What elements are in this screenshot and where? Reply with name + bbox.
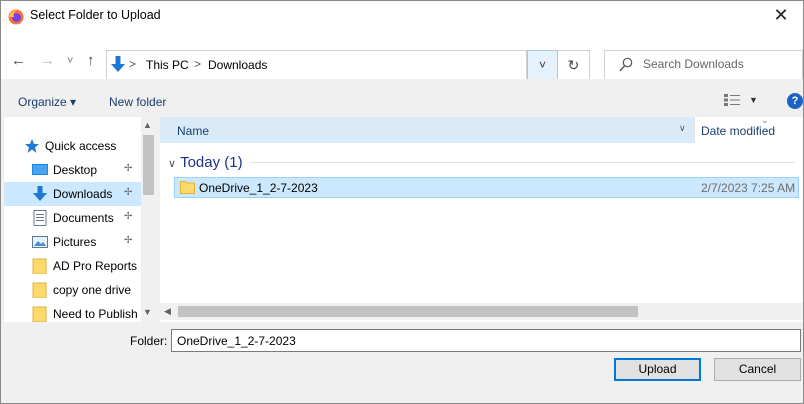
sidebar-scrollbar[interactable]: ▲ ▼ <box>141 117 156 322</box>
sidebar-item-downloads[interactable]: Downloads ✢ <box>4 182 141 206</box>
horizontal-scrollbar[interactable]: ◀ <box>160 303 803 320</box>
recent-locations-button[interactable]: ˅ <box>67 56 73 67</box>
star-icon <box>25 139 39 153</box>
breadcrumb-separator[interactable]: > <box>129 57 136 71</box>
address-bar[interactable]: > This PC > Downloads <box>106 50 527 80</box>
back-button[interactable]: ← <box>11 53 26 68</box>
sidebar-item-copy-one-drive[interactable]: copy one drive <box>4 278 141 302</box>
column-divider[interactable] <box>694 117 695 143</box>
sidebar-item-desktop[interactable]: Desktop ✢ <box>4 158 141 182</box>
refresh-icon: ↻ <box>567 57 580 73</box>
pin-icon[interactable]: ✢ <box>124 187 132 198</box>
sidebar-item-label: Documents <box>53 211 114 225</box>
forward-arrow-icon: → <box>40 52 55 69</box>
sidebar-item-label: Quick access <box>45 139 117 153</box>
view-options-icon[interactable] <box>724 94 742 106</box>
scroll-down-icon[interactable]: ▼ <box>143 307 152 317</box>
navigation-bar: ← → ˅ ↑ > This PC > Downloads ˅ ↻ <box>1 31 803 80</box>
firefox-icon <box>8 9 24 25</box>
pin-icon[interactable]: ✢ <box>124 163 132 174</box>
column-header-row: Name ∨ ⌄ Date modified <box>160 117 803 143</box>
sidebar-item-documents[interactable]: Documents ✢ <box>4 206 141 230</box>
close-button[interactable]: ✕ <box>759 1 803 31</box>
search-input[interactable] <box>643 57 798 71</box>
folder-input[interactable] <box>177 334 787 348</box>
organize-button[interactable]: Organize ▾ <box>18 95 76 109</box>
navigation-pane: Quick access Desktop ✢ Downloads ✢ Docum… <box>4 117 156 322</box>
file-date-modified: 2/7/2023 7:25 AM <box>701 181 796 195</box>
close-icon: ✕ <box>773 5 789 25</box>
triangle-down-icon: ▼ <box>749 95 758 105</box>
folder-field[interactable] <box>171 329 801 352</box>
sidebar-item-quick-access[interactable]: Quick access <box>4 134 141 158</box>
upload-button[interactable]: Upload <box>614 358 701 381</box>
scrollbar-thumb[interactable] <box>178 306 638 317</box>
search-box[interactable] <box>604 50 803 80</box>
pin-icon[interactable]: ✢ <box>124 235 132 246</box>
up-button[interactable]: ↑ <box>87 53 95 68</box>
file-row[interactable]: OneDrive_1_2-7-2023 2/7/2023 7:25 AM <box>174 177 799 198</box>
breadcrumb-downloads[interactable]: Downloads <box>208 58 267 72</box>
folder-icon <box>32 306 47 322</box>
file-name: OneDrive_1_2-7-2023 <box>199 181 318 195</box>
sidebar-item-label: Downloads <box>53 187 113 201</box>
command-toolbar: Organize ▾ New folder ▼ ? <box>1 79 803 116</box>
scroll-up-icon[interactable]: ▲ <box>143 120 152 130</box>
scroll-left-icon[interactable]: ◀ <box>164 306 171 317</box>
folder-icon <box>180 181 195 194</box>
help-button[interactable]: ? <box>787 93 803 109</box>
sidebar-item-label: copy one drive <box>53 283 132 297</box>
window-title: Select Folder to Upload <box>30 8 161 22</box>
chevron-down-icon: ∨ <box>168 158 177 170</box>
cancel-button[interactable]: Cancel <box>714 358 801 381</box>
pictures-icon <box>32 236 48 248</box>
search-icon <box>619 57 633 72</box>
folder-icon <box>32 258 47 274</box>
breadcrumb-this-pc[interactable]: This PC <box>146 58 189 72</box>
forward-button[interactable]: → <box>40 53 55 68</box>
folder-icon <box>32 282 47 298</box>
download-arrow-icon <box>111 56 125 72</box>
desktop-icon <box>32 164 48 175</box>
chevron-down-icon: ˅ <box>538 58 546 72</box>
sidebar-item-label: Desktop <box>53 163 98 177</box>
file-list-pane: Name ∨ ⌄ Date modified ∨ Today (1) OneDri… <box>160 117 803 322</box>
refresh-button[interactable]: ↻ <box>558 50 590 80</box>
download-icon <box>33 186 47 201</box>
new-folder-button[interactable]: New folder <box>109 95 166 109</box>
group-divider <box>250 162 795 163</box>
breadcrumb-separator[interactable]: > <box>194 57 201 71</box>
chevron-down-icon: ˅ <box>67 55 74 67</box>
scrollbar-thumb[interactable] <box>143 135 154 195</box>
column-header-name[interactable]: Name <box>160 117 694 143</box>
column-header-date-modified[interactable]: Date modified <box>701 124 775 138</box>
address-dropdown-button[interactable]: ˅ <box>527 50 558 80</box>
group-header-today[interactable]: ∨ Today (1) <box>168 154 243 171</box>
sidebar-item-label: Pictures <box>53 235 97 249</box>
upload-dialog: Select Folder to Upload ✕ ← → ˅ ↑ > This… <box>0 0 804 404</box>
pin-icon[interactable]: ✢ <box>124 211 132 222</box>
sidebar-item-need-to-publish[interactable]: Need to Publish <box>4 302 141 322</box>
title-bar: Select Folder to Upload ✕ <box>1 1 803 31</box>
document-icon <box>33 210 47 226</box>
up-arrow-icon: ↑ <box>87 52 95 69</box>
sidebar-item-label: Need to Publish <box>53 307 138 321</box>
view-dropdown-button[interactable]: ▼ <box>749 95 758 105</box>
help-icon: ? <box>791 95 799 107</box>
sidebar-item-pictures[interactable]: Pictures ✢ <box>4 230 141 254</box>
group-header-label: Today (1) <box>180 154 243 171</box>
chevron-down-icon[interactable]: ∨ <box>679 123 686 134</box>
sidebar-item-ad-pro-reports[interactable]: AD Pro Reports <box>4 254 141 278</box>
sidebar-item-label: AD Pro Reports <box>53 259 138 273</box>
back-arrow-icon: ← <box>11 52 26 69</box>
folder-label: Folder: <box>130 334 168 348</box>
column-header-name-label: Name <box>177 124 210 138</box>
